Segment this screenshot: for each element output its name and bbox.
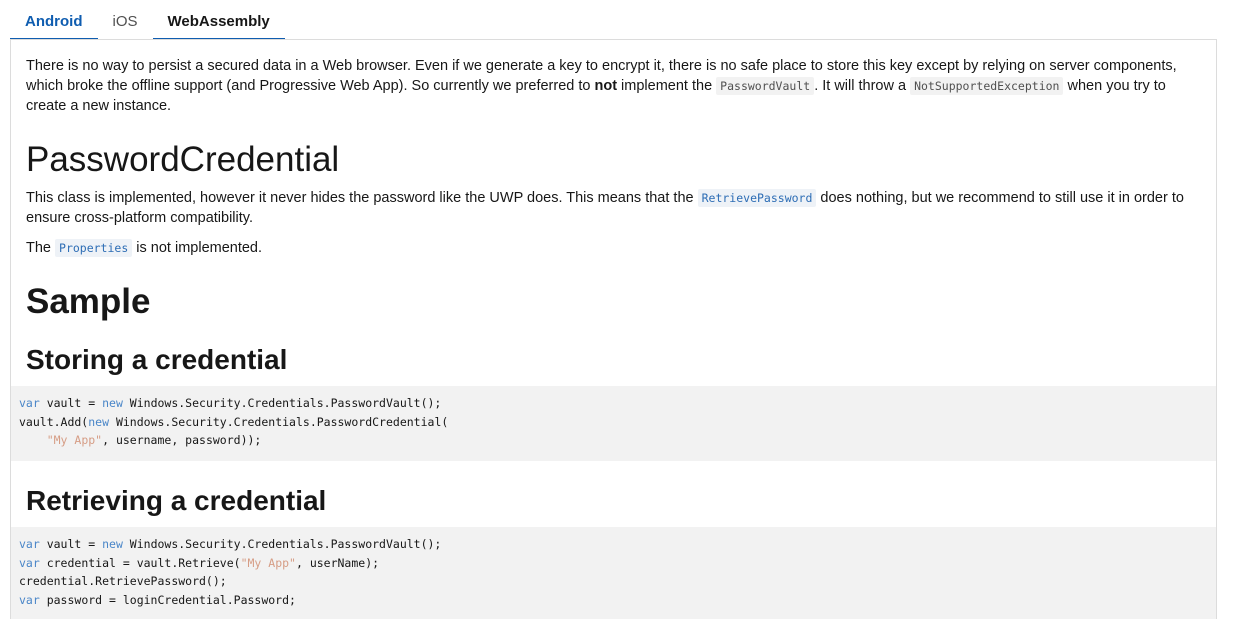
pc-text-1: This class is implemented, however it ne… <box>26 190 698 206</box>
platform-tabs: Android iOS WebAssembly <box>10 6 285 40</box>
heading-passwordcredential: PasswordCredential <box>26 140 340 179</box>
heading-sample: Sample <box>26 282 151 321</box>
code-keyword: new <box>88 414 110 429</box>
code-block-storing[interactable]: var vault = new Windows.Security.Credent… <box>11 386 1216 461</box>
link-properties[interactable]: Properties <box>55 239 133 257</box>
code-string: "My App" <box>240 555 296 570</box>
code-line: var vault = new Windows.Security.Credent… <box>19 394 1208 413</box>
code-text: , username, password)); <box>102 433 262 447</box>
code-string: "My App" <box>46 433 103 447</box>
code-keyword: var <box>19 537 40 551</box>
code-line: vault.Add(new Windows.Security.Credentia… <box>19 413 1208 432</box>
code-text: Windows.Security.Credentials.PasswordVau… <box>122 396 442 410</box>
heading-storing-credential: Storing a credential <box>26 344 288 375</box>
code-text: Windows.Security.Credentials.PasswordCre… <box>109 414 449 429</box>
tab-android[interactable]: Android <box>10 6 98 40</box>
code-line: var vault = new Windows.Security.Credent… <box>19 535 1208 554</box>
tab-ios[interactable]: iOS <box>98 6 153 40</box>
intro-paragraph: There is no way to persist a secured dat… <box>26 56 1206 116</box>
code-text: credential = vault.Retrieve( <box>39 555 241 570</box>
code-block-retrieving[interactable]: var vault = new Windows.Security.Credent… <box>11 527 1216 619</box>
tab-panel: There is no way to persist a secured dat… <box>10 39 1217 619</box>
properties-paragraph: The Properties is not implemented. <box>26 238 1206 258</box>
code-text: , userName); <box>295 555 380 570</box>
link-retrievepassword[interactable]: RetrievePassword <box>697 189 817 207</box>
passwordcredential-paragraph: This class is implemented, however it ne… <box>26 188 1206 228</box>
intro-text-3: . It will throw a <box>814 78 911 94</box>
intro-bold: not <box>594 78 618 94</box>
code-text: vault = <box>39 537 103 551</box>
code-text: credential.RetrievePassword(); <box>19 574 227 588</box>
heading-retrieving-credential: Retrieving a credential <box>26 485 327 516</box>
code-keyword: new <box>102 396 123 410</box>
code-text: Windows.Security.Credentials.PasswordVau… <box>122 537 442 551</box>
code-line: var password = loginCredential.Password; <box>19 591 1208 610</box>
props-text-1: The <box>26 240 56 256</box>
tab-webassembly[interactable]: WebAssembly <box>152 6 285 40</box>
code-line: var credential = vault.Retrieve("My App"… <box>19 554 1208 573</box>
code-keyword: var <box>19 592 40 607</box>
code-line: credential.RetrievePassword(); <box>19 572 1208 591</box>
code-keyword: var <box>19 555 40 570</box>
code-text: vault = <box>39 396 103 410</box>
props-text-2: is not implemented. <box>132 240 263 256</box>
code-line: "My App", username, password)); <box>19 431 1208 450</box>
intro-text-2: implement the <box>617 78 717 94</box>
code-text: password = loginCredential.Password; <box>39 592 296 607</box>
code-text: vault.Add( <box>19 414 89 429</box>
inline-code-passwordvault: PasswordVault <box>716 77 815 95</box>
inline-code-notsupportedexception: NotSupportedException <box>910 77 1064 95</box>
code-keyword: var <box>19 396 40 410</box>
code-keyword: new <box>102 537 123 551</box>
